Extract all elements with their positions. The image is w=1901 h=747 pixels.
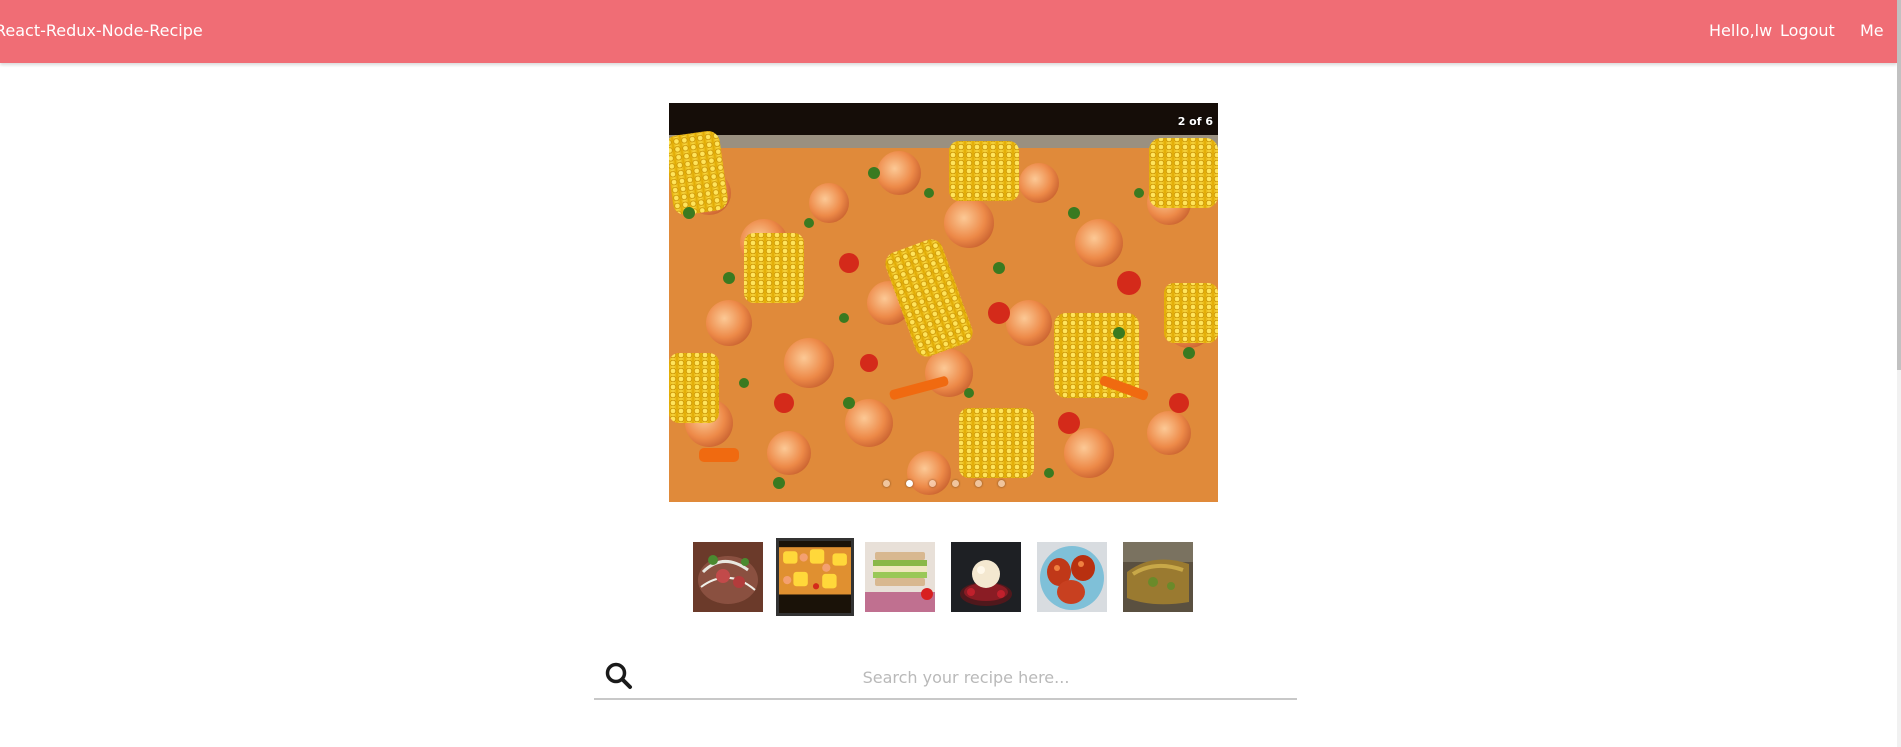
carousel-dots: [669, 480, 1218, 488]
carousel-dot-1[interactable]: [882, 480, 890, 487]
search-icon[interactable]: [604, 661, 634, 691]
user-greeting: Hello,lw: [1709, 21, 1773, 40]
logout-link[interactable]: Logout: [1780, 21, 1835, 41]
recipe-search: [594, 656, 1297, 700]
carousel-dot-2[interactable]: [905, 480, 913, 487]
me-link[interactable]: Me: [1860, 21, 1884, 41]
search-input[interactable]: [644, 660, 1288, 694]
thumbnail-6[interactable]: [1123, 542, 1193, 612]
thumbnail-4-image: [951, 542, 1021, 612]
carousel-dot-3[interactable]: [928, 480, 936, 487]
thumbnail-2[interactable]: [776, 538, 854, 616]
thumbnail-6-image: [1123, 542, 1193, 612]
thumbnail-5[interactable]: [1037, 542, 1107, 612]
thumbnail-1-image: [693, 542, 763, 612]
carousel-dot-4[interactable]: [951, 480, 959, 487]
thumbnail-1[interactable]: [693, 542, 763, 612]
navbar: React-Redux-Node-Recipe Hello,lw Logout …: [0, 0, 1897, 63]
thumbnail-3-image: [865, 542, 935, 612]
thumbnail-2-image: [779, 541, 851, 613]
thumbnail-4[interactable]: [951, 542, 1021, 612]
thumbnail-strip: [690, 538, 1200, 620]
carousel-slide-image: [669, 103, 1218, 502]
image-carousel[interactable]: 2 of 6: [669, 103, 1218, 502]
carousel-dot-6[interactable]: [997, 480, 1005, 487]
slide-counter: 2 of 6: [1177, 115, 1213, 128]
brand-title[interactable]: React-Redux-Node-Recipe: [0, 21, 203, 41]
thumbnail-5-image: [1037, 542, 1107, 612]
carousel-dot-5[interactable]: [974, 480, 982, 487]
scrollbar-thumb[interactable]: [1897, 0, 1901, 370]
thumbnail-3[interactable]: [865, 542, 935, 612]
